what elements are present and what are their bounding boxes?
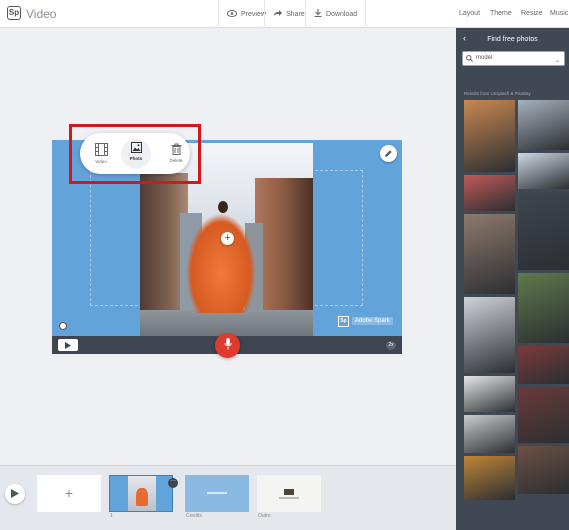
- download-icon: [314, 9, 326, 19]
- menu-layout[interactable]: Layout: [459, 10, 480, 17]
- info-icon[interactable]: [59, 322, 67, 330]
- photo-search-panel: ‹ Find free photos model ⌄ Results from …: [456, 28, 569, 530]
- photo-thumb[interactable]: [518, 273, 569, 343]
- highlight-annotation: [69, 124, 201, 184]
- preview-label: Preview: [241, 10, 266, 18]
- menu-theme[interactable]: Theme: [490, 10, 512, 17]
- add-content-button[interactable]: +: [221, 232, 234, 245]
- photo-thumb[interactable]: [464, 175, 515, 211]
- add-slide-button[interactable]: +: [37, 475, 101, 512]
- chevron-down-icon[interactable]: ⌄: [555, 55, 560, 68]
- photo-search-input[interactable]: model ⌄: [462, 51, 565, 66]
- credits-label: Credits: [186, 513, 202, 519]
- microphone-icon: [223, 337, 232, 355]
- timeline-slide-outro[interactable]: [257, 475, 321, 512]
- photo-thumb[interactable]: [464, 297, 515, 373]
- photo-thumb[interactable]: [464, 100, 515, 172]
- timeline-slide-credits[interactable]: [185, 475, 249, 512]
- photo-thumb[interactable]: [464, 415, 515, 453]
- download-button[interactable]: Download: [305, 0, 367, 28]
- photo-thumb[interactable]: [518, 153, 569, 189]
- edit-layout-button[interactable]: [380, 145, 397, 162]
- record-voice-button[interactable]: [215, 333, 240, 358]
- watermark-text: Adobe Spark: [352, 317, 393, 325]
- search-value: model: [476, 55, 493, 61]
- top-toolbar: Sp Video Preview Share Download Layout T…: [0, 0, 569, 28]
- share-label: Share: [286, 10, 305, 18]
- eye-icon: [226, 9, 241, 19]
- pencil-icon: [384, 145, 393, 163]
- slide-number: 1: [110, 513, 113, 519]
- credits-text-placeholder: [207, 492, 227, 494]
- menu-music[interactable]: Music: [550, 10, 568, 17]
- speed-badge[interactable]: 2x: [386, 341, 396, 350]
- photo-thumb[interactable]: [464, 456, 515, 500]
- slide-more-options-button[interactable]: ···: [168, 478, 178, 488]
- play-slide-button[interactable]: [58, 339, 78, 351]
- play-icon: [65, 336, 71, 354]
- play-icon: [11, 485, 19, 503]
- outro-label: Outro: [258, 513, 271, 519]
- photo-thumb[interactable]: [518, 446, 569, 494]
- results-source-label: Results from Unsplash & Pixabay: [464, 91, 531, 96]
- menu-resize[interactable]: Resize: [521, 10, 542, 17]
- outro-logo-placeholder: [284, 489, 294, 495]
- timeline-slide-1[interactable]: [109, 475, 173, 512]
- panel-title: Find free photos: [487, 35, 538, 43]
- photo-thumb[interactable]: [518, 192, 569, 270]
- spark-logo: Sp: [7, 6, 21, 20]
- photo-thumb[interactable]: [518, 387, 569, 443]
- model-figure: [186, 213, 256, 313]
- photo-thumb[interactable]: [518, 346, 569, 384]
- photo-thumb[interactable]: [464, 376, 515, 412]
- app-title: Video: [26, 7, 57, 21]
- search-icon: [466, 55, 473, 68]
- watermark-logo: Sp: [338, 315, 349, 327]
- download-label: Download: [326, 10, 358, 18]
- share-arrow-icon: [273, 9, 286, 19]
- photo-thumb[interactable]: [464, 214, 515, 294]
- model-head: [218, 201, 228, 213]
- photo-thumb[interactable]: [518, 100, 569, 150]
- play-video-button[interactable]: [5, 484, 25, 504]
- adobe-spark-watermark: Sp Adobe Spark: [338, 315, 393, 327]
- outro-text-placeholder: [279, 497, 299, 499]
- slide-thumbnail-figure: [136, 488, 148, 506]
